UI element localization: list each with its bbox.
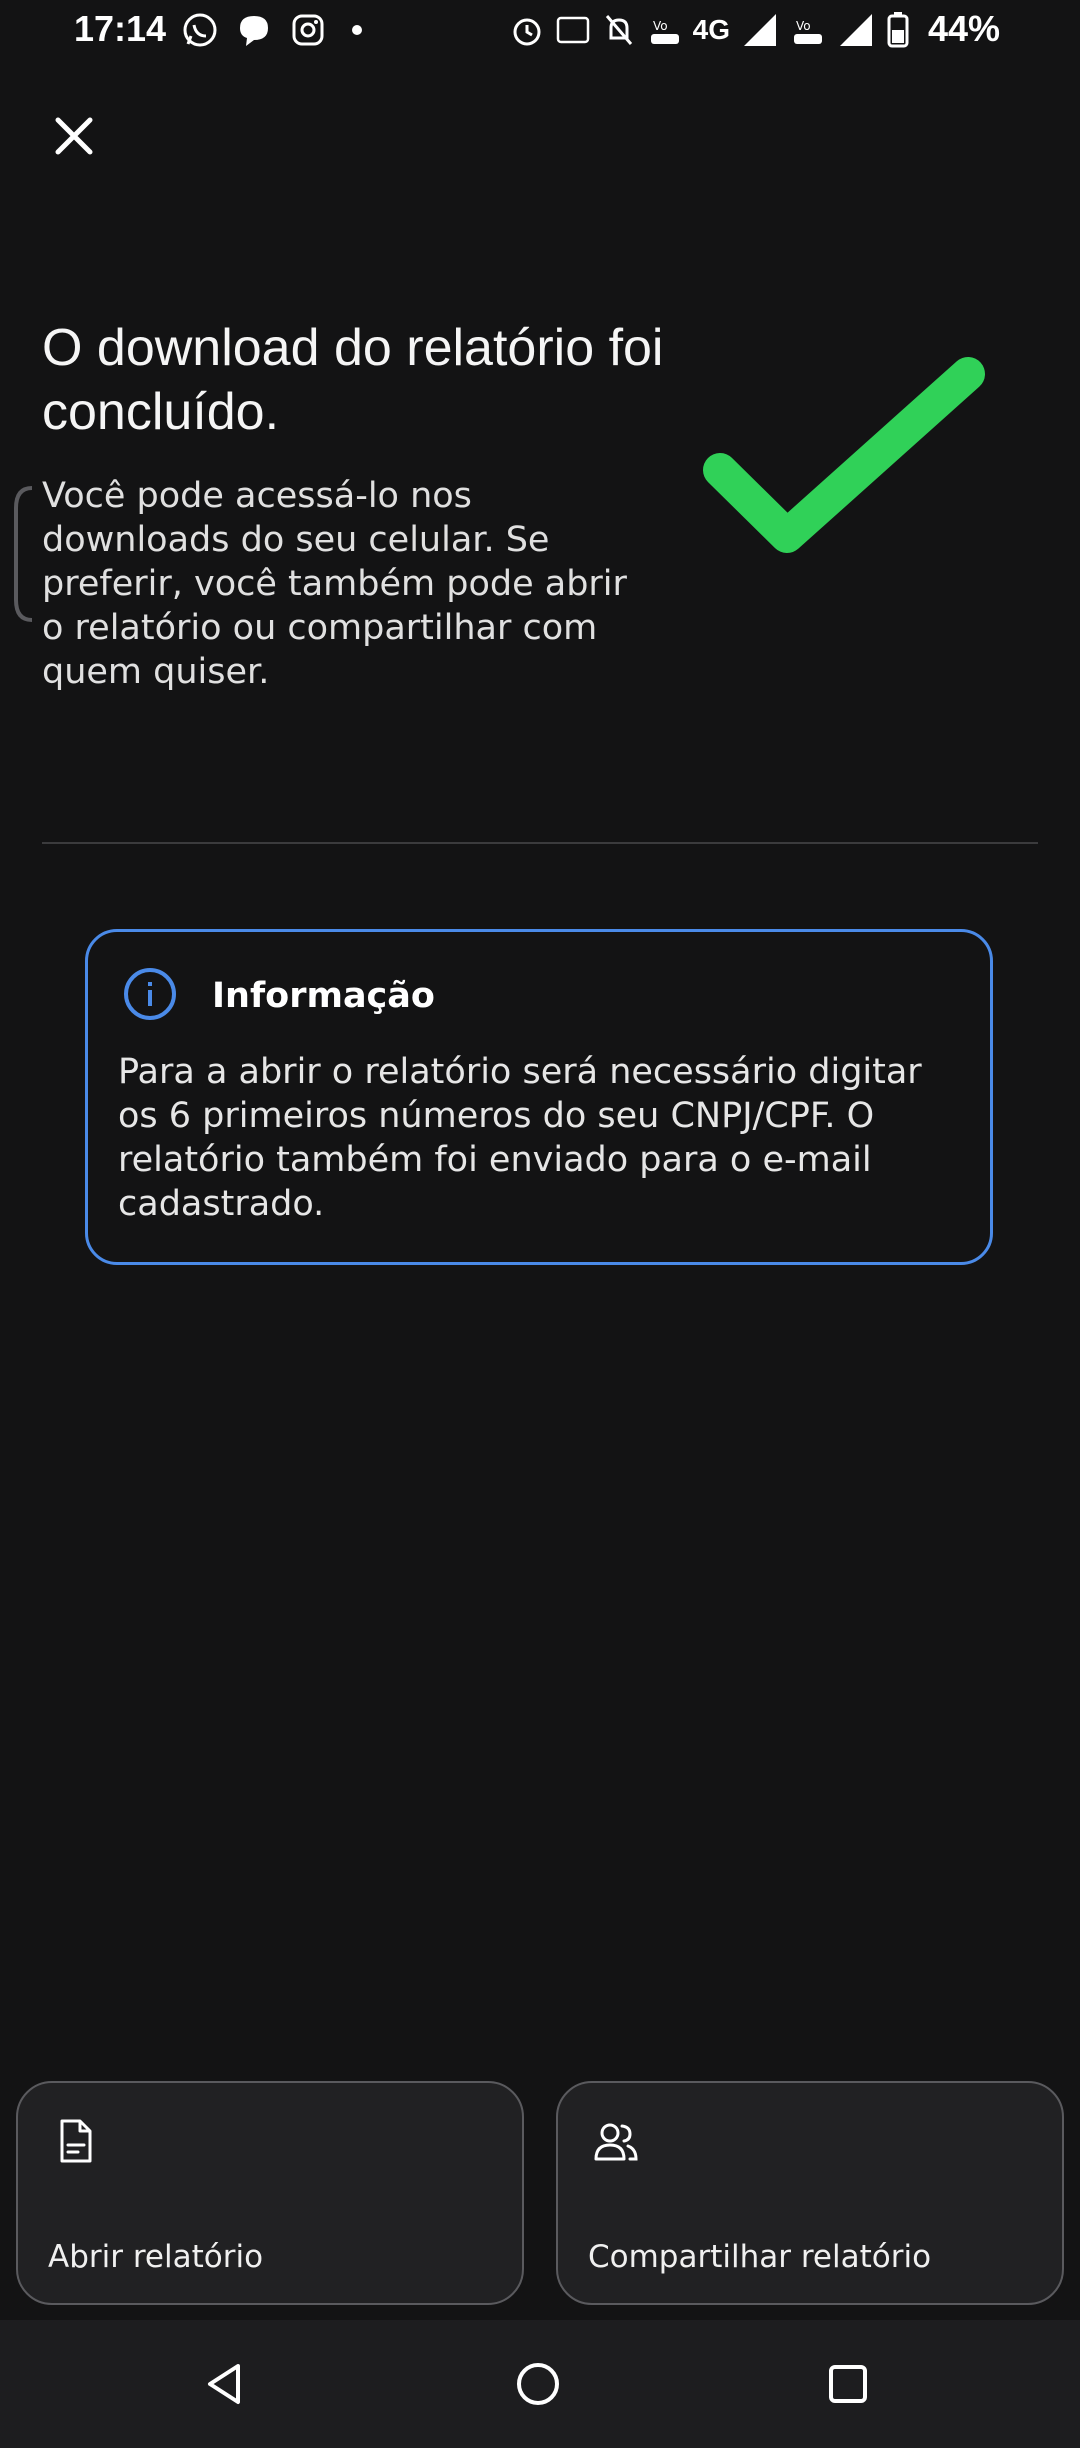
network-type: 4G: [692, 14, 730, 45]
close-button[interactable]: [44, 106, 104, 166]
whatsapp-icon: [183, 13, 217, 47]
info-icon: [124, 968, 176, 1020]
edge-panel-handle[interactable]: [10, 484, 36, 624]
page-title: O download do relatório foi concluído.: [42, 319, 664, 441]
volte-icon: Vo: [650, 19, 679, 44]
page-description: Você pode acessá-lo nos downloads do seu…: [42, 476, 627, 692]
close-icon: [55, 117, 93, 155]
recents-icon[interactable]: [818, 2354, 878, 2414]
open-report-button[interactable]: Abrir relatório: [16, 2081, 524, 2305]
volte-sim2-icon: Vo: [794, 19, 822, 44]
signal-sim2-icon: [840, 14, 872, 46]
svg-text:Vo: Vo: [653, 19, 668, 33]
document-icon: [60, 2119, 92, 2163]
status-bar: 17:14 Vo 4G Vo 44%: [0, 0, 1080, 60]
status-time: 17:14: [74, 8, 167, 49]
mute-icon: [605, 15, 632, 45]
auto-hz-icon: [556, 16, 589, 44]
users-icon: [594, 2123, 638, 2161]
alarm-icon: [513, 18, 541, 46]
svg-text:Vo: Vo: [796, 19, 811, 33]
instagram-icon: [292, 14, 324, 46]
notification-icons: [180, 10, 372, 50]
dot-icon: [352, 25, 362, 35]
share-report-label: Compartilhar relatório: [588, 2239, 932, 2275]
info-title: Informação: [212, 976, 435, 1016]
battery-percentage: 44%: [927, 8, 1000, 49]
home-icon[interactable]: [508, 2354, 568, 2414]
chat-bubble-icon: [240, 16, 268, 46]
divider: [42, 842, 1038, 844]
info-card: Informação Para a abrir o relatório será…: [85, 929, 993, 1265]
back-icon[interactable]: [196, 2354, 256, 2414]
share-report-button[interactable]: Compartilhar relatório: [556, 2081, 1064, 2305]
system-icons: Vo 4G Vo: [509, 10, 910, 50]
battery-icon: [887, 12, 909, 48]
info-text: Para a abrir o relatório será necessário…: [118, 1052, 922, 1224]
signal-icon: [744, 14, 776, 46]
navigation-bar: [0, 2320, 1080, 2448]
check-icon: [703, 357, 985, 553]
open-report-label: Abrir relatório: [48, 2239, 264, 2275]
